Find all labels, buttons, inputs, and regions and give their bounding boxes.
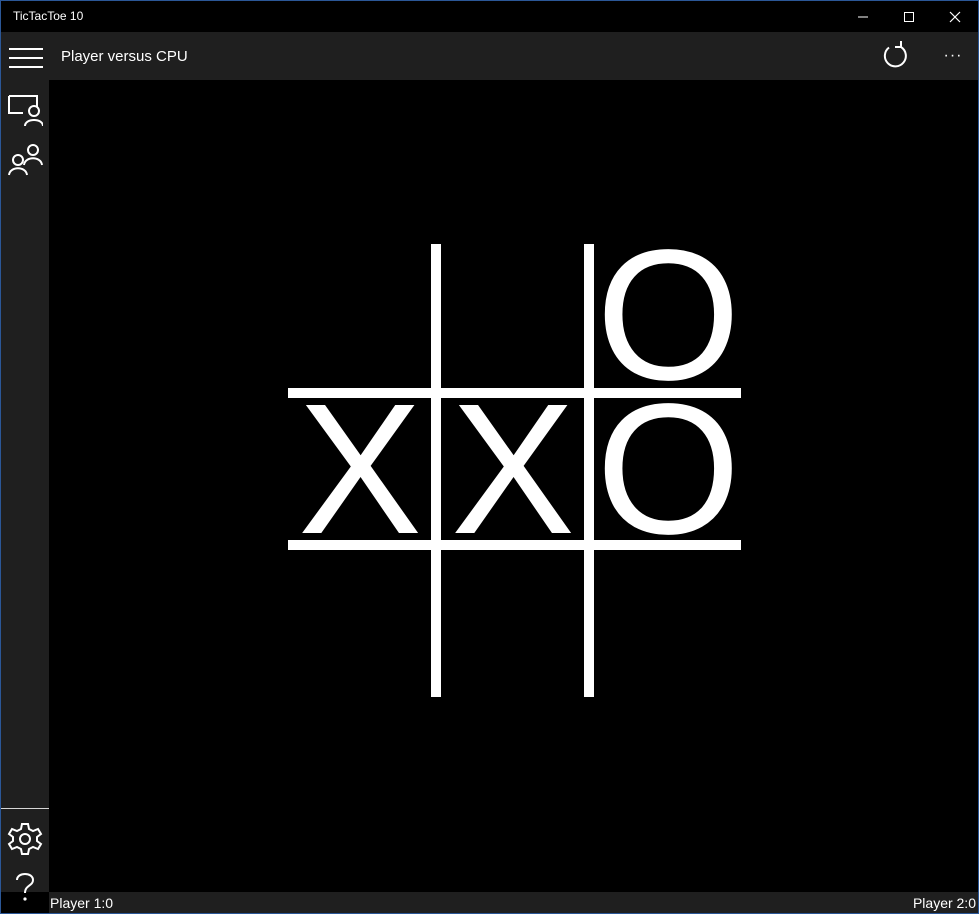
player-vs-player-icon — [8, 144, 43, 176]
app-title: TicTacToe 10 — [13, 9, 84, 23]
page-title: Player versus CPU — [61, 48, 188, 65]
maximize-icon — [904, 12, 914, 22]
board-cell[interactable]: O — [596, 400, 736, 540]
maximize-button[interactable] — [886, 1, 932, 32]
settings-button[interactable] — [1, 812, 49, 860]
app-window: TicTacToe 10 Player versus CPU ··· O X X… — [0, 0, 979, 914]
close-icon — [949, 11, 961, 23]
player-vs-cpu-icon — [8, 95, 43, 127]
minimize-button[interactable] — [840, 1, 886, 32]
nav-rail — [1, 32, 49, 901]
nav-player-vs-player[interactable] — [1, 132, 49, 180]
rail-divider — [1, 808, 49, 809]
board-cell[interactable]: X — [443, 400, 583, 540]
minimize-icon — [858, 16, 868, 18]
board-gridline — [288, 540, 741, 550]
settings-gear-icon — [7, 823, 43, 855]
board-gridline — [584, 244, 594, 697]
title-bar[interactable]: TicTacToe 10 — [1, 1, 978, 32]
more-options-button[interactable]: ··· — [935, 41, 971, 73]
board-cell[interactable]: O — [596, 246, 736, 386]
board-cell[interactable] — [596, 552, 736, 692]
board-cell[interactable] — [290, 552, 430, 692]
board-cell[interactable] — [443, 246, 583, 386]
hamburger-menu-button[interactable] — [1, 34, 49, 82]
help-button[interactable] — [1, 862, 49, 910]
board-cell[interactable]: X — [290, 400, 430, 540]
board-gridline — [431, 244, 441, 697]
restart-game-button[interactable] — [879, 41, 911, 73]
hamburger-menu-icon — [9, 48, 43, 68]
player2-score: Player 2:0 — [912, 895, 976, 911]
game-board: O X X O — [288, 244, 741, 697]
board-gridline — [288, 388, 741, 398]
help-icon — [16, 873, 35, 901]
refresh-icon — [883, 41, 907, 68]
board-cell[interactable] — [443, 552, 583, 692]
page-header: Player versus CPU ··· — [49, 32, 978, 80]
board-cell[interactable] — [290, 246, 430, 386]
status-bar: Player 1:0 Player 2:0 — [49, 892, 978, 913]
player1-score: Player 1:0 — [50, 895, 114, 911]
nav-player-vs-cpu[interactable] — [1, 84, 49, 132]
close-button[interactable] — [932, 1, 978, 32]
